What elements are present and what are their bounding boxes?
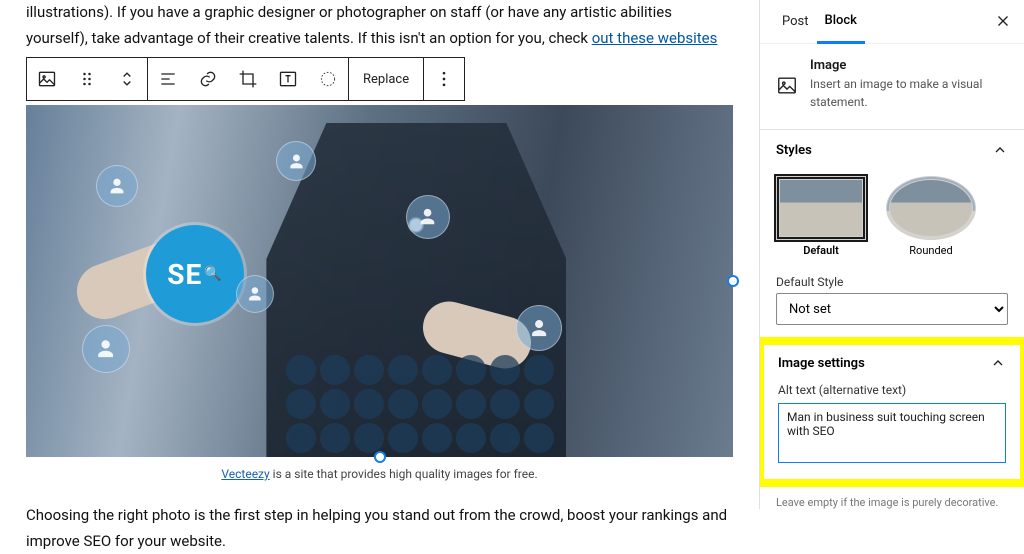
tab-post[interactable]: Post <box>774 0 817 44</box>
style-rounded[interactable]: Rounded <box>886 176 976 257</box>
block-type-desc: Insert an image to make a visual stateme… <box>810 75 1008 111</box>
more-options-icon[interactable] <box>424 58 464 100</box>
drag-handle-icon[interactable] <box>67 58 107 100</box>
resize-handle-right[interactable] <box>727 275 739 287</box>
stock-sites-link[interactable]: out these websites <box>592 29 718 47</box>
text-overlay-icon[interactable] <box>268 58 308 100</box>
image-type-icon <box>776 60 798 111</box>
replace-button[interactable]: Replace <box>349 58 423 100</box>
image-settings-toggle[interactable]: Image settings <box>764 345 1020 381</box>
image-caption[interactable]: Vecteezy is a site that provides high qu… <box>26 457 733 503</box>
link-icon[interactable] <box>188 58 228 100</box>
alt-text-label: Alt text (alternative text) <box>764 381 1020 403</box>
settings-sidebar: Post Block Image Insert an image to make… <box>759 0 1024 509</box>
tab-block[interactable]: Block <box>817 0 865 44</box>
default-style-label: Default Style <box>760 267 1024 293</box>
image-block-icon[interactable] <box>27 58 67 100</box>
paragraph-bottom: Choosing the right photo is the first st… <box>26 503 733 554</box>
close-sidebar-icon[interactable] <box>994 12 1012 34</box>
alt-text-input[interactable]: Man in business suit touching screen wit… <box>778 403 1006 463</box>
align-icon[interactable] <box>148 58 188 100</box>
default-style-select[interactable]: Not set <box>776 293 1008 325</box>
resize-handle-bottom[interactable] <box>374 451 386 463</box>
seo-badge: SE🔍 <box>146 225 244 323</box>
duotone-icon[interactable] <box>308 58 348 100</box>
paragraph-top: illustrations). If you have a graphic de… <box>26 0 733 51</box>
block-type-title: Image <box>810 58 1008 73</box>
alt-text-note: Leave empty if the image is purely decor… <box>760 487 1024 509</box>
image-settings-highlight: Image settings Alt text (alternative tex… <box>759 337 1024 487</box>
move-updown-icon[interactable] <box>107 58 147 100</box>
block-toolbar: Replace <box>26 57 465 101</box>
style-default[interactable]: Default <box>776 176 866 257</box>
styles-panel-toggle[interactable]: Styles <box>760 130 1024 170</box>
chevron-up-icon <box>992 142 1008 158</box>
chevron-up-icon <box>990 355 1006 371</box>
vecteezy-link[interactable]: Vecteezy <box>221 467 269 481</box>
crop-icon[interactable] <box>228 58 268 100</box>
image-block[interactable]: SE🔍 <box>26 105 733 457</box>
